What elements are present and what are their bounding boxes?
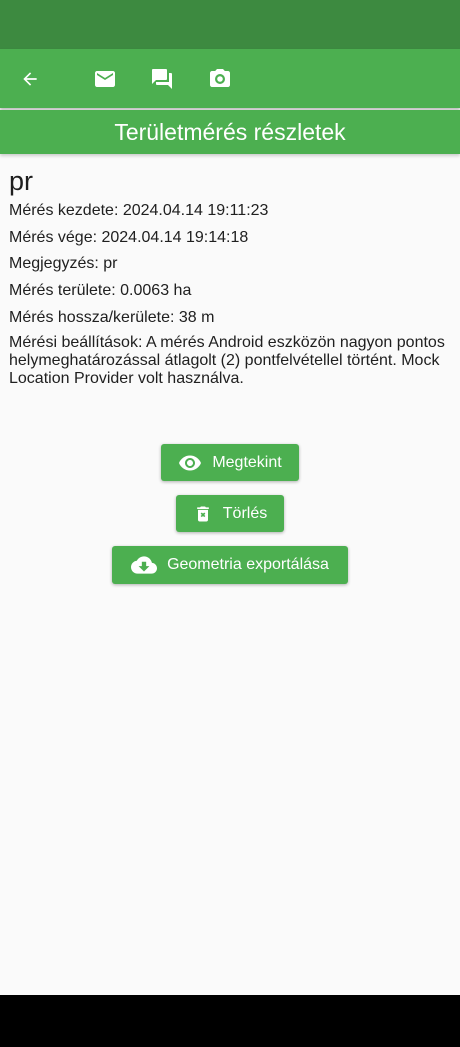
delete-button[interactable]: Törlés [176, 495, 284, 532]
back-button[interactable] [8, 49, 52, 108]
measurement-area: Mérés területe: 0.0063 ha [9, 282, 192, 300]
export-geometry-button[interactable]: Geometria exportálása [112, 546, 348, 584]
chat-icon [152, 68, 172, 89]
measurement-settings: Mérési beállítások: A mérés Android eszk… [9, 334, 445, 388]
delete-button-label: Törlés [222, 504, 268, 522]
measurement-perimeter: Mérés hossza/kerülete: 38 m [9, 308, 215, 326]
app-bar [0, 49, 460, 108]
view-button[interactable]: Megtekint [161, 444, 299, 481]
measurement-name: pr [9, 166, 34, 196]
system-navigation-bar [0, 995, 460, 1047]
arrow-back-icon [23, 71, 37, 86]
measurement-start: Mérés kezdete: 2024.04.14 19:11:23 [9, 202, 269, 219]
eye-icon [179, 455, 202, 470]
view-button-label: Megtekint [212, 453, 282, 471]
measurement-end: Mérés vége: 2024.04.14 19:14:18 [9, 228, 249, 246]
measurement-note: Megjegyzés: pr [9, 255, 118, 273]
email-button[interactable] [83, 49, 127, 108]
cloud-download-icon [131, 556, 158, 574]
mail-icon [95, 70, 115, 87]
measurement-details: pr Mérés kezdete: 2024.04.14 19:11:23 Mé… [9, 165, 449, 388]
camera-icon [210, 68, 230, 87]
export-button-label: Geometria exportálása [167, 556, 329, 573]
delete-icon [196, 506, 209, 521]
photo-button[interactable] [198, 49, 242, 108]
comment-button[interactable] [140, 49, 184, 108]
status-bar [0, 0, 460, 49]
page-title: Területmérés részletek [0, 110, 460, 154]
